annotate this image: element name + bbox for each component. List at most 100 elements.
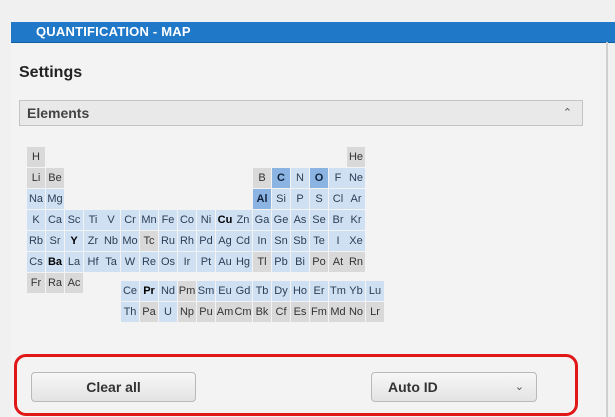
clear-all-button[interactable]: Clear all bbox=[31, 372, 196, 402]
element-se[interactable]: Se bbox=[310, 210, 328, 230]
element-lu[interactable]: Lu bbox=[366, 281, 384, 301]
element-pu[interactable]: Pu bbox=[197, 302, 215, 322]
element-no[interactable]: No bbox=[347, 302, 365, 322]
element-re[interactable]: Re bbox=[140, 252, 158, 272]
element-mg[interactable]: Mg bbox=[46, 189, 64, 209]
element-p[interactable]: P bbox=[291, 189, 309, 209]
element-ne[interactable]: Ne bbox=[347, 168, 365, 188]
element-ba[interactable]: Ba bbox=[46, 252, 64, 272]
element-sm[interactable]: Sm bbox=[197, 281, 215, 301]
element-ir[interactable]: Ir bbox=[178, 252, 196, 272]
element-zr[interactable]: Zr bbox=[84, 231, 102, 251]
element-cr[interactable]: Cr bbox=[121, 210, 139, 230]
element-tb[interactable]: Tb bbox=[253, 281, 271, 301]
element-rn[interactable]: Rn bbox=[347, 252, 365, 272]
element-cu[interactable]: Cu bbox=[216, 210, 234, 230]
elements-section-toggle[interactable]: Elements ⌃ bbox=[19, 100, 583, 126]
element-np[interactable]: Np bbox=[178, 302, 196, 322]
element-pb[interactable]: Pb bbox=[272, 252, 290, 272]
element-he[interactable]: He bbox=[347, 147, 365, 167]
element-dy[interactable]: Dy bbox=[272, 281, 290, 301]
element-u[interactable]: U bbox=[159, 302, 177, 322]
element-ga[interactable]: Ga bbox=[253, 210, 271, 230]
element-ar[interactable]: Ar bbox=[347, 189, 365, 209]
element-ta[interactable]: Ta bbox=[102, 252, 120, 272]
element-c[interactable]: C bbox=[272, 168, 290, 188]
element-b[interactable]: B bbox=[253, 168, 271, 188]
element-tl[interactable]: Tl bbox=[253, 252, 271, 272]
element-be[interactable]: Be bbox=[46, 168, 64, 188]
element-f[interactable]: F bbox=[329, 168, 347, 188]
element-os[interactable]: Os bbox=[159, 252, 177, 272]
element-tm[interactable]: Tm bbox=[329, 281, 347, 301]
element-ti[interactable]: Ti bbox=[84, 210, 102, 230]
element-es[interactable]: Es bbox=[291, 302, 309, 322]
element-pd[interactable]: Pd bbox=[197, 231, 215, 251]
element-la[interactable]: La bbox=[65, 252, 83, 272]
element-rh[interactable]: Rh bbox=[178, 231, 196, 251]
element-ac[interactable]: Ac bbox=[65, 273, 83, 293]
element-nd[interactable]: Nd bbox=[159, 281, 177, 301]
element-cs[interactable]: Cs bbox=[27, 252, 45, 272]
element-ni[interactable]: Ni bbox=[197, 210, 215, 230]
element-i[interactable]: I bbox=[329, 231, 347, 251]
element-co[interactable]: Co bbox=[178, 210, 196, 230]
element-hg[interactable]: Hg bbox=[234, 252, 252, 272]
element-sc[interactable]: Sc bbox=[65, 210, 83, 230]
element-n[interactable]: N bbox=[291, 168, 309, 188]
element-hf[interactable]: Hf bbox=[84, 252, 102, 272]
element-v[interactable]: V bbox=[102, 210, 120, 230]
element-s[interactable]: S bbox=[310, 189, 328, 209]
element-nb[interactable]: Nb bbox=[102, 231, 120, 251]
element-zn[interactable]: Zn bbox=[234, 210, 252, 230]
element-fr[interactable]: Fr bbox=[27, 273, 45, 293]
element-ca[interactable]: Ca bbox=[46, 210, 64, 230]
element-tc[interactable]: Tc bbox=[140, 231, 158, 251]
element-o[interactable]: O bbox=[310, 168, 328, 188]
element-ag[interactable]: Ag bbox=[216, 231, 234, 251]
element-sb[interactable]: Sb bbox=[291, 231, 309, 251]
element-yb[interactable]: Yb bbox=[347, 281, 365, 301]
element-am[interactable]: Am bbox=[216, 302, 234, 322]
element-at[interactable]: At bbox=[329, 252, 347, 272]
element-fe[interactable]: Fe bbox=[159, 210, 177, 230]
element-bi[interactable]: Bi bbox=[291, 252, 309, 272]
element-ce[interactable]: Ce bbox=[121, 281, 139, 301]
element-pt[interactable]: Pt bbox=[197, 252, 215, 272]
element-br[interactable]: Br bbox=[329, 210, 347, 230]
element-si[interactable]: Si bbox=[272, 189, 290, 209]
element-sr[interactable]: Sr bbox=[46, 231, 64, 251]
element-kr[interactable]: Kr bbox=[347, 210, 365, 230]
element-li[interactable]: Li bbox=[27, 168, 45, 188]
element-fm[interactable]: Fm bbox=[310, 302, 328, 322]
element-as[interactable]: As bbox=[291, 210, 309, 230]
element-w[interactable]: W bbox=[121, 252, 139, 272]
element-gd[interactable]: Gd bbox=[234, 281, 252, 301]
element-mn[interactable]: Mn bbox=[140, 210, 158, 230]
element-cd[interactable]: Cd bbox=[234, 231, 252, 251]
element-th[interactable]: Th bbox=[121, 302, 139, 322]
element-na[interactable]: Na bbox=[27, 189, 45, 209]
element-pa[interactable]: Pa bbox=[140, 302, 158, 322]
element-md[interactable]: Md bbox=[329, 302, 347, 322]
auto-id-dropdown[interactable]: Auto ID ⌄ bbox=[371, 372, 537, 402]
element-eu[interactable]: Eu bbox=[216, 281, 234, 301]
element-pm[interactable]: Pm bbox=[178, 281, 196, 301]
element-cl[interactable]: Cl bbox=[329, 189, 347, 209]
element-ru[interactable]: Ru bbox=[159, 231, 177, 251]
element-po[interactable]: Po bbox=[310, 252, 328, 272]
element-ge[interactable]: Ge bbox=[272, 210, 290, 230]
element-au[interactable]: Au bbox=[216, 252, 234, 272]
element-sn[interactable]: Sn bbox=[272, 231, 290, 251]
element-cm[interactable]: Cm bbox=[234, 302, 252, 322]
element-in[interactable]: In bbox=[253, 231, 271, 251]
element-al[interactable]: Al bbox=[253, 189, 271, 209]
element-bk[interactable]: Bk bbox=[253, 302, 271, 322]
element-rb[interactable]: Rb bbox=[27, 231, 45, 251]
element-lr[interactable]: Lr bbox=[366, 302, 384, 322]
element-h[interactable]: H bbox=[27, 147, 45, 167]
element-y[interactable]: Y bbox=[65, 231, 83, 251]
element-k[interactable]: K bbox=[27, 210, 45, 230]
element-er[interactable]: Er bbox=[310, 281, 328, 301]
element-te[interactable]: Te bbox=[310, 231, 328, 251]
